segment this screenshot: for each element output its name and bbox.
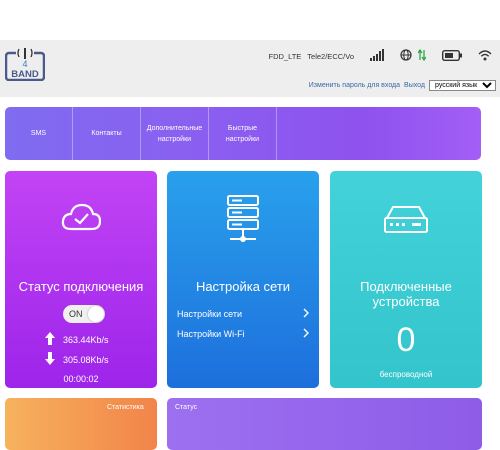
- network-settings-title: Настройка сети: [195, 279, 291, 294]
- svg-text:4: 4: [22, 59, 27, 69]
- device-count-label: беспроводной: [379, 370, 433, 379]
- wifi-settings-link-label: Настройки Wi-Fi: [177, 329, 245, 339]
- cloud-check-icon: [61, 201, 102, 238]
- main-nav: SMS Контакты Дополнительные настройки Бы…: [5, 107, 481, 160]
- connection-status-card: Статус подключения ON 363.44Kb/s 305.08K…: [5, 171, 157, 388]
- connection-toggle[interactable]: ON: [63, 305, 105, 323]
- wifi-settings-link[interactable]: Настройки Wi-Fi: [177, 328, 309, 340]
- signal-icon: [370, 49, 384, 63]
- svg-text:BAND: BAND: [11, 69, 39, 80]
- toggle-knob: [88, 306, 104, 322]
- toggle-label: ON: [69, 309, 83, 319]
- state-card[interactable]: Статус: [167, 398, 482, 450]
- connected-devices-card: Подключенные устройства 0 беспроводной: [330, 171, 482, 388]
- network-settings-card: Настройка сети Настройки сети Настройки …: [167, 171, 319, 388]
- status-bar: FDD_LTE Tele2/ECC/Vo: [269, 48, 493, 64]
- nav-item-quick-settings[interactable]: Быстрые настройки: [209, 107, 277, 160]
- language-select[interactable]: русский язык: [429, 80, 496, 91]
- nav-item-sms[interactable]: SMS: [5, 107, 73, 160]
- header: 4 BAND FDD_LTE Tele2/ECC/Vo Изменить пар…: [0, 40, 500, 97]
- brand-logo: 4 BAND: [4, 45, 46, 82]
- change-password-link[interactable]: Изменить пароль для входа: [309, 82, 400, 89]
- chevron-right-icon: [303, 328, 309, 340]
- device-count: 0: [396, 321, 416, 359]
- battery-icon: [441, 49, 462, 63]
- upload-speed-value: 363.44Kb/s: [63, 334, 109, 345]
- nav-item-contacts[interactable]: Контакты: [73, 107, 141, 160]
- download-arrow-icon: [45, 352, 55, 367]
- chevron-right-icon: [303, 308, 309, 320]
- upload-arrow-icon: [45, 332, 55, 347]
- wifi-icon: [478, 49, 492, 63]
- operator-name: Tele2/ECC/Vo: [307, 51, 354, 61]
- globe-icon: [400, 49, 412, 63]
- router-icon: [383, 205, 429, 240]
- download-speed: 305.08Kb/s: [45, 352, 109, 367]
- nav-item-advanced-settings[interactable]: Дополнительные настройки: [141, 107, 209, 160]
- header-links: Изменить пароль для входа Выход русский …: [309, 80, 496, 91]
- network-type: FDD_LTE: [268, 51, 302, 61]
- connected-devices-title: Подключенные устройства: [360, 279, 452, 309]
- logout-link[interactable]: Выход: [404, 82, 425, 89]
- network-settings-link[interactable]: Настройки сети: [177, 308, 309, 320]
- connection-status-title: Статус подключения: [18, 279, 144, 294]
- network-settings-link-label: Настройки сети: [177, 309, 242, 319]
- download-speed-value: 305.08Kb/s: [63, 354, 109, 365]
- state-title: Статус: [175, 404, 198, 411]
- data-arrows-icon: [417, 48, 427, 63]
- upload-speed: 363.44Kb/s: [45, 332, 109, 347]
- statistics-card[interactable]: Статистика: [5, 398, 157, 450]
- server-icon: [226, 195, 260, 250]
- statistics-title: Статистика: [107, 404, 144, 411]
- router-admin-page: 4 BAND FDD_LTE Tele2/ECC/Vo Изменить пар…: [0, 0, 500, 450]
- connection-duration: 00:00:02: [63, 374, 99, 384]
